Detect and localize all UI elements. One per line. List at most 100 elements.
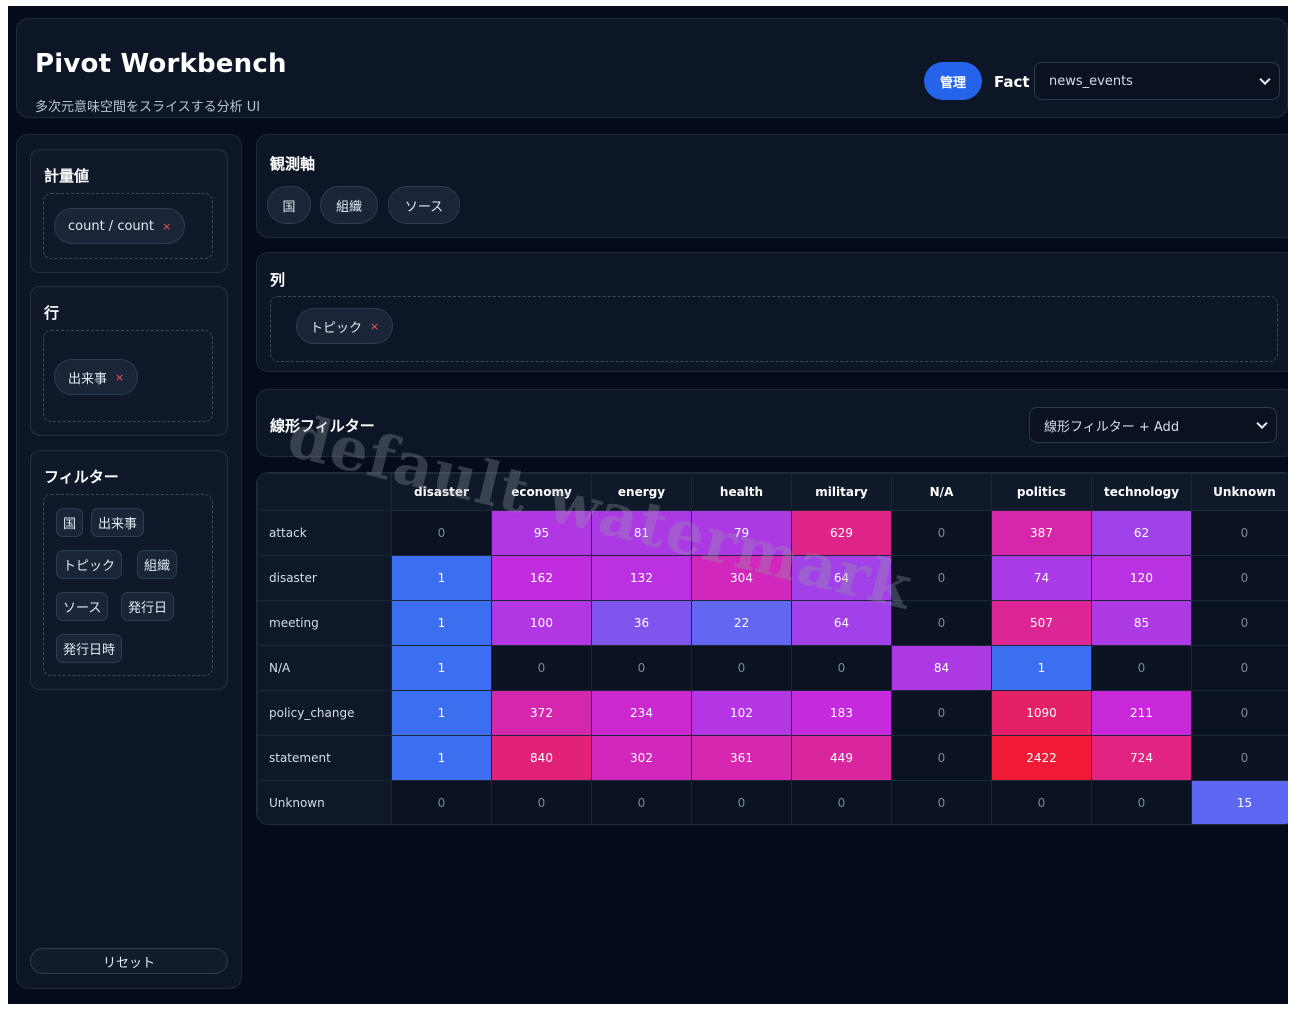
pivot-cell[interactable]: 0: [1091, 645, 1192, 691]
pivot-cell[interactable]: 361: [691, 735, 792, 781]
remove-icon[interactable]: ×: [115, 371, 124, 384]
columns-dropzone[interactable]: トピック ×: [270, 296, 1278, 362]
remove-icon[interactable]: ×: [162, 220, 171, 233]
pivot-cell[interactable]: 0: [591, 780, 692, 824]
filter-field-source[interactable]: ソース: [56, 592, 109, 621]
pivot-cell[interactable]: 0: [391, 510, 492, 556]
pivot-cell[interactable]: 95: [491, 510, 592, 556]
column-header[interactable]: energy: [591, 473, 692, 511]
measure-chip[interactable]: count / count ×: [54, 208, 186, 244]
pivot-cell[interactable]: 0: [791, 780, 892, 824]
pivot-cell[interactable]: 120: [1091, 555, 1192, 601]
pivot-cell[interactable]: 1: [391, 690, 492, 736]
pivot-cell[interactable]: 1: [391, 600, 492, 646]
pivot-cell[interactable]: 0: [891, 780, 992, 824]
pivot-cell[interactable]: 1090: [991, 690, 1092, 736]
column-header[interactable]: disaster: [391, 473, 492, 511]
pivot-cell[interactable]: 629: [791, 510, 892, 556]
column-header[interactable]: Unknown: [1191, 473, 1288, 511]
column-header[interactable]: N/A: [891, 473, 992, 511]
pivot-cell[interactable]: 0: [491, 645, 592, 691]
pivot-cell[interactable]: 132: [591, 555, 692, 601]
pivot-cell[interactable]: 387: [991, 510, 1092, 556]
row-header[interactable]: policy_change: [257, 690, 392, 736]
pivot-cell[interactable]: 507: [991, 600, 1092, 646]
pivot-cell[interactable]: 85: [1091, 600, 1192, 646]
pivot-cell[interactable]: 1: [391, 645, 492, 691]
row-header[interactable]: meeting: [257, 600, 392, 646]
pivot-cell[interactable]: 0: [391, 780, 492, 824]
pivot-cell[interactable]: 1: [391, 555, 492, 601]
column-header[interactable]: health: [691, 473, 792, 511]
pivot-cell[interactable]: 0: [791, 645, 892, 691]
pivot-cell[interactable]: 0: [1091, 780, 1192, 824]
pivot-cell[interactable]: 0: [891, 600, 992, 646]
axis-country[interactable]: 国: [267, 186, 311, 224]
pivot-cell[interactable]: 2422: [991, 735, 1092, 781]
axis-source[interactable]: ソース: [388, 186, 460, 224]
pivot-cell[interactable]: 211: [1091, 690, 1192, 736]
measures-dropzone[interactable]: count / count ×: [43, 193, 213, 259]
row-header[interactable]: statement: [257, 735, 392, 781]
pivot-cell[interactable]: 79: [691, 510, 792, 556]
row-header[interactable]: attack: [257, 510, 392, 556]
pivot-cell[interactable]: 0: [891, 510, 992, 556]
pivot-cell[interactable]: 0: [691, 645, 792, 691]
row-header[interactable]: N/A: [257, 645, 392, 691]
pivot-cell[interactable]: 100: [491, 600, 592, 646]
pivot-cell[interactable]: 724: [1091, 735, 1192, 781]
pivot-cell[interactable]: 0: [1191, 555, 1288, 601]
reset-button[interactable]: リセット: [30, 948, 228, 974]
pivot-cell[interactable]: 0: [1191, 510, 1288, 556]
row-chip[interactable]: 出来事 ×: [54, 359, 139, 395]
row-header[interactable]: Unknown: [257, 780, 392, 824]
row-header[interactable]: disaster: [257, 555, 392, 601]
pivot-cell[interactable]: 840: [491, 735, 592, 781]
pivot-cell[interactable]: 0: [891, 735, 992, 781]
pivot-cell[interactable]: 62: [1091, 510, 1192, 556]
pivot-cell[interactable]: 302: [591, 735, 692, 781]
pivot-cell[interactable]: 183: [791, 690, 892, 736]
pivot-cell[interactable]: 162: [491, 555, 592, 601]
filter-field-publish-date[interactable]: 発行日: [121, 592, 175, 621]
filter-field-event[interactable]: 出来事: [91, 508, 145, 537]
pivot-cell[interactable]: 0: [691, 780, 792, 824]
pivot-cell[interactable]: 64: [791, 600, 892, 646]
pivot-cell[interactable]: 81: [591, 510, 692, 556]
pivot-cell[interactable]: 84: [891, 645, 992, 691]
fact-select[interactable]: news_events: [1034, 62, 1280, 100]
linear-filter-select[interactable]: 線形フィルター + Add: [1029, 407, 1277, 443]
pivot-cell[interactable]: 0: [891, 690, 992, 736]
pivot-cell[interactable]: 372: [491, 690, 592, 736]
pivot-cell[interactable]: 0: [1191, 645, 1288, 691]
pivot-cell[interactable]: 22: [691, 600, 792, 646]
pivot-cell[interactable]: 74: [991, 555, 1092, 601]
column-header[interactable]: military: [791, 473, 892, 511]
filter-field-topic[interactable]: トピック: [56, 550, 123, 579]
remove-icon[interactable]: ×: [370, 320, 379, 333]
pivot-cell[interactable]: 0: [891, 555, 992, 601]
pivot-cell[interactable]: 0: [1191, 735, 1288, 781]
pivot-cell[interactable]: 36: [591, 600, 692, 646]
column-header[interactable]: technology: [1091, 473, 1192, 511]
pivot-cell[interactable]: 0: [1191, 690, 1288, 736]
axis-organization[interactable]: 組織: [320, 186, 378, 224]
pivot-cell[interactable]: 1: [391, 735, 492, 781]
pivot-cell[interactable]: 0: [991, 780, 1092, 824]
pivot-cell[interactable]: 102: [691, 690, 792, 736]
filter-field-publish-datetime[interactable]: 発行日時: [56, 634, 123, 663]
pivot-cell[interactable]: 0: [1191, 600, 1288, 646]
filters-dropzone[interactable]: 国 出来事 トピック 組織 ソース 発行日 発行日時: [43, 494, 213, 676]
column-header[interactable]: politics: [991, 473, 1092, 511]
filter-field-organization[interactable]: 組織: [137, 550, 178, 579]
pivot-cell[interactable]: 1: [991, 645, 1092, 691]
pivot-cell[interactable]: 0: [591, 645, 692, 691]
filter-field-country[interactable]: 国: [56, 508, 84, 537]
admin-button[interactable]: 管理: [924, 62, 982, 100]
rows-dropzone[interactable]: 出来事 ×: [43, 330, 213, 422]
pivot-cell[interactable]: 0: [491, 780, 592, 824]
pivot-cell[interactable]: 15: [1191, 780, 1288, 824]
pivot-cell[interactable]: 234: [591, 690, 692, 736]
pivot-cell[interactable]: 64: [791, 555, 892, 601]
column-header[interactable]: economy: [491, 473, 592, 511]
